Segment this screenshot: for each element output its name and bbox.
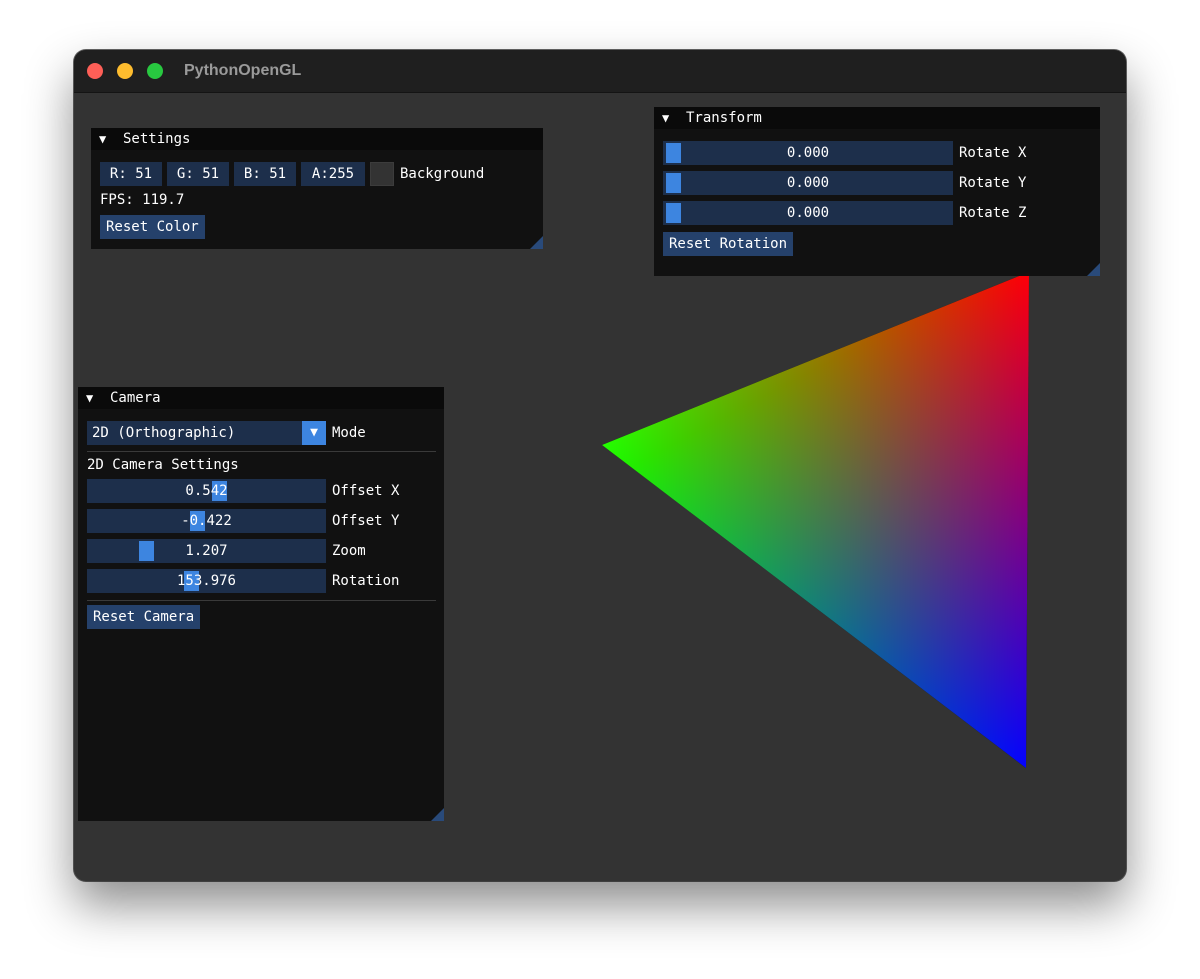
- resize-grip[interactable]: [530, 236, 543, 249]
- background-color-swatch[interactable]: [370, 162, 394, 186]
- slider-grab[interactable]: [139, 541, 154, 561]
- zoom-value: 1.207: [185, 543, 228, 559]
- reset-camera-button[interactable]: Reset Camera: [87, 605, 201, 629]
- resize-grip[interactable]: [431, 808, 444, 821]
- rotate-z-value: 0.000: [786, 205, 830, 221]
- slider-grab[interactable]: [666, 203, 681, 223]
- camera-mode-dropdown[interactable]: 2D (Orthographic) ▼: [87, 421, 326, 445]
- rotate-y-label: Rotate Y: [959, 175, 1027, 191]
- window-title: PythonOpenGL: [184, 62, 302, 79]
- rotate-x-slider[interactable]: 0.000: [663, 141, 953, 165]
- transform-header[interactable]: ▼ Transform: [654, 107, 1100, 129]
- rotate-y-slider[interactable]: 0.000: [663, 171, 953, 195]
- dropdown-arrow-button[interactable]: ▼: [302, 421, 326, 445]
- camera-header[interactable]: ▼ Camera: [78, 387, 444, 409]
- title-bar[interactable]: PythonOpenGL: [74, 50, 1126, 93]
- reset-color-label: Reset Color: [106, 219, 199, 235]
- alpha-channel-field[interactable]: A:255: [301, 162, 365, 186]
- green-channel-field[interactable]: G: 51: [167, 162, 229, 186]
- settings-panel[interactable]: ▼ Settings R: 51 G: 51 B: 51 A:255 Backg…: [91, 128, 543, 249]
- green-channel-value: G: 51: [176, 166, 220, 182]
- rotate-z-label: Rotate Z: [959, 205, 1027, 221]
- rotation-label: Rotation: [332, 573, 400, 589]
- chevron-down-icon: ▼: [310, 425, 318, 440]
- minimize-window-button[interactable]: [117, 63, 133, 79]
- red-channel-value: R: 51: [109, 166, 153, 182]
- offset-x-slider[interactable]: 0.542: [87, 479, 326, 503]
- rotate-x-label: Rotate X: [959, 145, 1027, 161]
- reset-camera-label: Reset Camera: [93, 609, 195, 625]
- camera-title: Camera: [110, 390, 161, 406]
- close-window-button[interactable]: [87, 63, 103, 79]
- collapse-arrow-icon[interactable]: ▼: [86, 391, 98, 405]
- red-channel-field[interactable]: R: 51: [100, 162, 162, 186]
- transform-panel[interactable]: ▼ Transform 0.000 Rotate X 0.000 Rotate …: [654, 107, 1100, 276]
- camera-panel[interactable]: ▼ Camera 2D (Orthographic) ▼ Mode 2D Cam…: [78, 387, 444, 821]
- offset-y-value: -0.422: [181, 513, 232, 529]
- settings-header[interactable]: ▼ Settings: [91, 128, 543, 150]
- slider-grab[interactable]: [666, 173, 681, 193]
- reset-rotation-label: Reset Rotation: [669, 236, 788, 252]
- zoom-window-button[interactable]: [147, 63, 163, 79]
- transform-title: Transform: [686, 110, 762, 126]
- divider: [87, 600, 436, 601]
- offset-y-label: Offset Y: [332, 513, 400, 529]
- rotate-y-value: 0.000: [786, 175, 830, 191]
- background-label: Background: [400, 166, 485, 182]
- offset-x-label: Offset X: [332, 483, 400, 499]
- reset-color-button[interactable]: Reset Color: [100, 215, 205, 239]
- camera-mode-value: 2D (Orthographic): [92, 425, 236, 441]
- slider-grab[interactable]: [666, 143, 681, 163]
- blue-channel-field[interactable]: B: 51: [234, 162, 296, 186]
- zoom-slider[interactable]: 1.207: [87, 539, 326, 563]
- reset-rotation-button[interactable]: Reset Rotation: [663, 232, 794, 256]
- offset-x-value: 0.542: [185, 483, 228, 499]
- alpha-channel-value: A:255: [311, 166, 355, 182]
- rotation-value: 153.976: [176, 573, 236, 589]
- zoom-label: Zoom: [332, 543, 366, 559]
- offset-y-slider[interactable]: -0.422: [87, 509, 326, 533]
- section-heading: 2D Camera Settings: [87, 457, 239, 473]
- fps-readout: FPS: 119.7: [100, 192, 185, 208]
- blue-channel-value: B: 51: [243, 166, 287, 182]
- divider: [87, 451, 436, 452]
- rotate-z-slider[interactable]: 0.000: [663, 201, 953, 225]
- rotate-x-value: 0.000: [786, 145, 830, 161]
- mode-label: Mode: [332, 425, 366, 441]
- collapse-arrow-icon[interactable]: ▼: [99, 132, 111, 146]
- resize-grip[interactable]: [1087, 263, 1100, 276]
- settings-title: Settings: [123, 131, 191, 147]
- rotation-slider[interactable]: 153.976: [87, 569, 326, 593]
- collapse-arrow-icon[interactable]: ▼: [662, 111, 674, 125]
